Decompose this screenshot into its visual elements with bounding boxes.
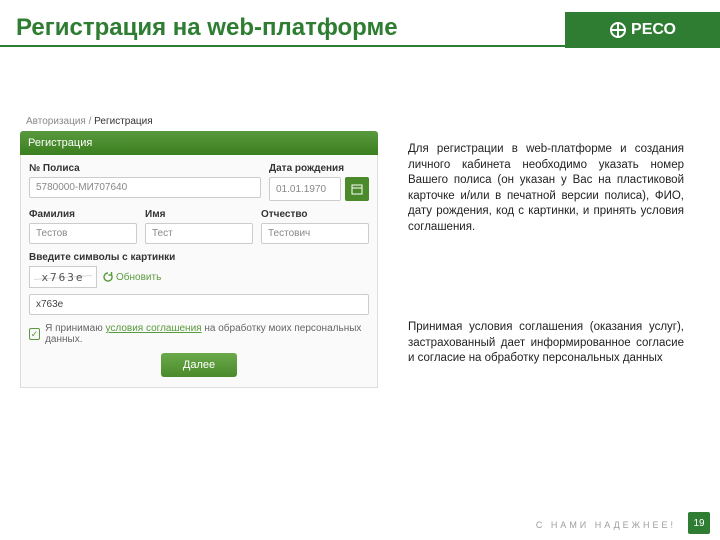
page-number: 19 — [688, 512, 710, 534]
terms-link[interactable]: условия соглашения — [105, 323, 201, 334]
lastname-label: Фамилия — [29, 209, 137, 220]
title-rule — [0, 45, 720, 47]
agree-checkbox[interactable]: ✓ — [29, 328, 40, 340]
middlename-input[interactable] — [261, 223, 369, 244]
panel-title: Регистрация — [20, 131, 378, 155]
captcha-label: Введите символы с картинки — [29, 252, 369, 263]
footer-slogan: С НАМИ НАДЕЖНЕЕ! — [536, 520, 676, 530]
middlename-label: Отчество — [261, 209, 369, 220]
page-title: Регистрация на web-платформе — [16, 14, 398, 42]
crumb-auth: Авторизация — [26, 116, 86, 127]
captcha-input[interactable] — [29, 294, 369, 315]
captcha-refresh[interactable]: Обновить — [103, 272, 161, 283]
description-paragraph-2: Принимая условия соглашения (оказания ус… — [408, 320, 684, 367]
description-paragraph-1: Для регистрации в web-платформе и создан… — [408, 142, 684, 235]
logo-icon — [609, 21, 627, 39]
agree-row: ✓ Я принимаю условия соглашения на обраб… — [29, 323, 369, 345]
captcha-image: x763e — [29, 266, 97, 288]
firstname-label: Имя — [145, 209, 253, 220]
dob-label: Дата рождения — [269, 163, 369, 174]
panel-body: № Полиса Дата рождения Фамилия Имя Отчес… — [20, 155, 378, 388]
registration-form-screenshot: Авторизация / Регистрация Регистрация № … — [20, 112, 378, 388]
brand-badge: РЕСО — [565, 12, 720, 48]
refresh-icon — [103, 272, 113, 282]
crumb-reg: Регистрация — [94, 116, 152, 127]
submit-button[interactable]: Далее — [161, 353, 237, 377]
policy-label: № Полиса — [29, 163, 261, 174]
brand-text: РЕСО — [631, 21, 676, 39]
dob-input[interactable] — [269, 177, 341, 201]
calendar-icon[interactable] — [345, 177, 369, 201]
breadcrumb: Авторизация / Регистрация — [20, 112, 378, 131]
policy-input[interactable] — [29, 177, 261, 198]
firstname-input[interactable] — [145, 223, 253, 244]
lastname-input[interactable] — [29, 223, 137, 244]
